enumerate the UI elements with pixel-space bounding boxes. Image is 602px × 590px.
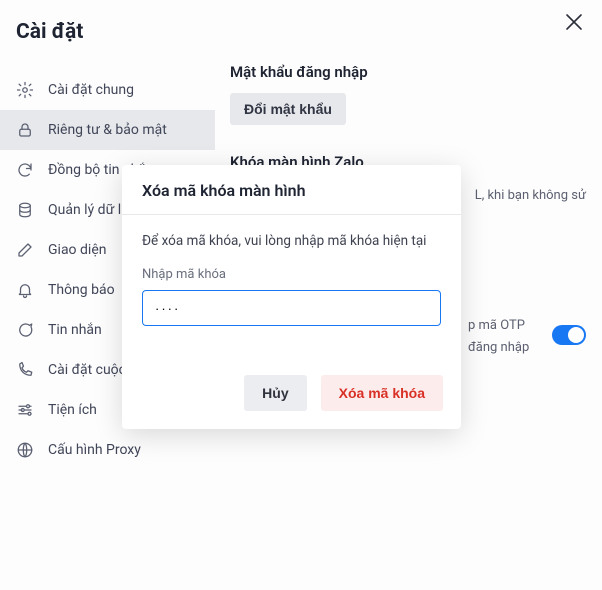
remove-lock-modal: Xóa mã khóa màn hình Để xóa mã khóa, vui…: [122, 165, 461, 429]
modal-description: Để xóa mã khóa, vui lòng nhập mã khóa hi…: [142, 233, 441, 249]
modal-title: Xóa mã khóa màn hình: [122, 165, 461, 215]
cancel-button[interactable]: Hủy: [244, 375, 306, 411]
modal-input-label: Nhập mã khóa: [142, 267, 441, 282]
lock-code-input[interactable]: [142, 290, 441, 326]
remove-lock-button[interactable]: Xóa mã khóa: [321, 375, 443, 411]
